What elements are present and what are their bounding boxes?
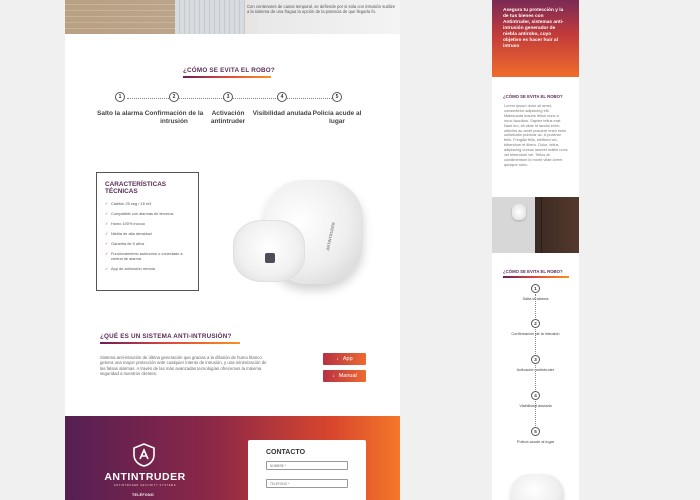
- mobile-step-item: 3 Activación antintruder: [492, 355, 579, 372]
- step-number: 2: [169, 92, 179, 102]
- features-card: CARACTERÍSTICAS TÉCNICAS Calefón 25 seg …: [96, 172, 199, 291]
- contact-title: CONTACTO: [266, 449, 306, 456]
- mobile-step-item: 4 Visibilidad anulada: [492, 391, 579, 408]
- mobile-step-item: 5 Policía acude al lugar: [492, 427, 579, 444]
- anti-section-title: ¿QUÉ ES UN SISTEMA ANTI-INTRUSIÓN?: [100, 333, 232, 340]
- anti-section-underline: [100, 342, 240, 344]
- features-title: CARACTERÍSTICAS TÉCNICAS: [105, 181, 167, 195]
- step-number: 5: [332, 92, 342, 102]
- step-label: Activación antintruder: [210, 110, 246, 125]
- mobile-steps-underline: [503, 276, 569, 278]
- footer-brand-sub: ANTINTRUDER SECURITY SYSTEMS: [113, 484, 177, 487]
- step-item: 1 Salto la alarma: [90, 92, 150, 118]
- mobile-section-title: ¿CÓMO SE EVITA EL ROBO?: [503, 94, 563, 99]
- step-label: Visibilidad anulada: [252, 110, 312, 117]
- step-number: 1: [115, 92, 125, 102]
- download-app-button[interactable]: ↓ App: [323, 353, 366, 365]
- product-device-image: ANTINTRUDER: [233, 178, 363, 286]
- shield-logo-icon: [133, 443, 155, 467]
- feature-item: Compatible con alarmas de terceros: [105, 211, 190, 216]
- mobile-step-item: 2 Confirmación de la intrusión: [492, 319, 579, 336]
- feature-item: Funcionamiento autónomo o conectado a ce…: [105, 251, 190, 261]
- step-label: Visibilidad anulada: [519, 403, 552, 408]
- hero-text: Con centenares de casos temporal, se def…: [247, 4, 396, 15]
- step-label: Confirmación de la intrusión: [144, 110, 204, 125]
- step-label: Policía acude al lugar: [516, 439, 555, 444]
- hero-wall-image: [65, 0, 175, 34]
- step-label: Salta la alarma: [522, 296, 549, 301]
- how-section-underline: [183, 76, 271, 78]
- desktop-page-preview: Con centenares de casos temporal, se def…: [65, 0, 400, 500]
- footer: ANTINTRUDER ANTINTRUDER SECURITY SYSTEMS…: [65, 416, 400, 500]
- step-label: Salto la alarma: [97, 110, 143, 117]
- feature-item: Calefón 25 seg / 18 m3: [105, 201, 190, 206]
- step-number: 2: [531, 319, 540, 328]
- hero-curtain-image: [175, 0, 245, 34]
- contact-form: CONTACTO: [248, 440, 366, 500]
- step-number: 4: [531, 391, 540, 400]
- name-field[interactable]: [266, 461, 348, 470]
- mobile-photo-device: [512, 204, 526, 220]
- mobile-hero: Asegura tu protección y la de tus bienes…: [492, 0, 579, 77]
- step-label: Activación antintruder: [516, 367, 555, 372]
- mobile-installation-photo: [492, 197, 579, 253]
- phone-field[interactable]: [266, 479, 348, 488]
- how-section-title: ¿CÓMO SE EVITA EL ROBO?: [183, 67, 275, 74]
- mobile-page-preview: Asegura tu protección y la de tus bienes…: [492, 0, 579, 500]
- footer-brand: ANTINTRUDER: [104, 471, 186, 483]
- feature-item: Humo 100% inocuo: [105, 221, 190, 226]
- step-item: 5 Policía acude al lugar: [307, 92, 367, 126]
- step-label: Policía acude al lugar: [312, 110, 362, 125]
- mobile-steps-title: ¿CÓMO SE EVITA EL ROBO?: [503, 269, 563, 274]
- download-icon: ↓: [336, 356, 339, 362]
- feature-item: App de activación remota: [105, 266, 190, 271]
- step-item: 2 Confirmación de la intrusión: [144, 92, 204, 126]
- anti-section-text: Sistema anti-intrusión de última generac…: [100, 355, 267, 377]
- mobile-product-image: [510, 474, 564, 500]
- step-item: 4 Visibilidad anulada: [252, 92, 312, 118]
- device-face: [233, 220, 305, 282]
- step-label: Confirmación de la intrusión: [511, 331, 560, 336]
- features-list: Calefón 25 seg / 18 m3 Compatible con al…: [105, 201, 190, 271]
- step-number: 3: [223, 92, 233, 102]
- download-manual-button[interactable]: ↓ Manual: [323, 370, 366, 382]
- device-logo-icon: [265, 253, 275, 263]
- manual-button-label: Manual: [338, 373, 357, 379]
- step-number: 5: [531, 427, 540, 436]
- download-icon: ↓: [332, 373, 335, 379]
- mobile-step-item: 1 Salta la alarma: [492, 284, 579, 301]
- mobile-lorem-text: Lorem ipsum dolor sit amet, consectetur …: [504, 103, 568, 167]
- step-item: 3 Activación antintruder: [198, 92, 258, 126]
- step-number: 4: [277, 92, 287, 102]
- mobile-hero-text: Asegura tu protección y la de tus bienes…: [503, 8, 564, 49]
- step-number: 3: [531, 355, 540, 364]
- footer-phone-label: TELÉFONO: [132, 493, 154, 497]
- step-number: 1: [531, 284, 540, 293]
- feature-item: Garantía de 5 años: [105, 241, 190, 246]
- feature-item: Niebla de alta densidad: [105, 231, 190, 236]
- mobile-photo-door: [535, 197, 579, 253]
- app-button-label: App: [342, 356, 353, 362]
